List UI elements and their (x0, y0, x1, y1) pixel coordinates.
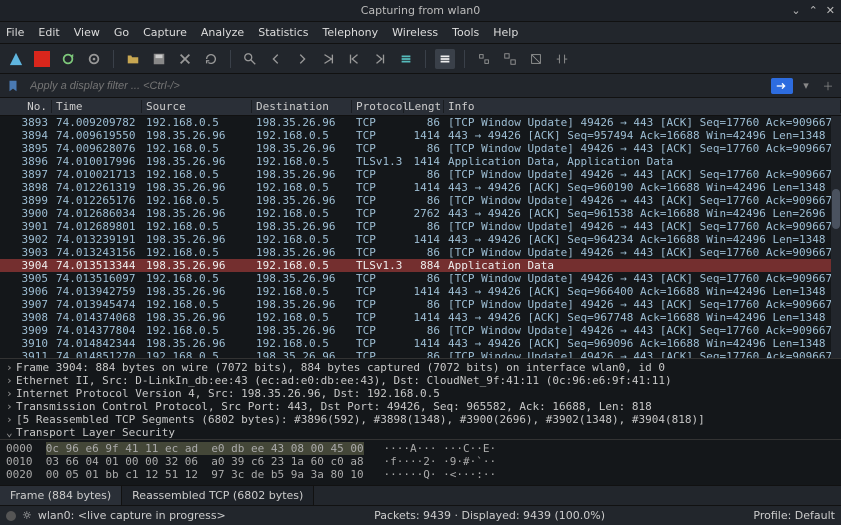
packet-row[interactable]: 390674.013942759198.35.26.96192.168.0.5T… (0, 285, 841, 298)
close-file-icon[interactable] (175, 49, 195, 69)
packet-row[interactable]: 390174.012689801192.168.0.5198.35.26.96T… (0, 220, 841, 233)
menu-item-tools[interactable]: Tools (452, 26, 479, 39)
col-no[interactable]: No. (0, 100, 52, 113)
bytes-tabs: Frame (884 bytes)Reassembled TCP (6802 b… (0, 485, 841, 505)
toolbar-separator (425, 50, 426, 68)
hex-line[interactable]: 0000 0c 96 e6 9f 41 11 ec ad e0 db ee 43… (6, 442, 835, 455)
col-destination[interactable]: Destination (252, 100, 352, 113)
col-time[interactable]: Time (52, 100, 142, 113)
hex-line[interactable]: 0020 00 05 01 bb c1 12 51 12 97 3c de b5… (6, 468, 835, 481)
close-icon[interactable]: ✕ (826, 4, 835, 17)
hex-line[interactable]: 0010 03 66 04 01 00 00 32 06 a0 39 c6 23… (6, 455, 835, 468)
main-toolbar (0, 44, 841, 74)
detail-tree-item[interactable]: ⌄Transport Layer Security (6, 426, 835, 439)
menubar: File Edit View Go Capture Analyze Statistics Te… (0, 22, 841, 44)
packet-row[interactable]: 391074.014842344198.35.26.96192.168.0.5T… (0, 337, 841, 350)
auto-scroll-icon[interactable] (396, 49, 416, 69)
col-protocol[interactable]: Protocol (352, 100, 404, 113)
window-titlebar: Capturing from wlan0 ⌄ ⌃ ✕ (0, 0, 841, 22)
filter-bookmark-icon[interactable] (4, 77, 22, 95)
go-last-icon[interactable] (370, 49, 390, 69)
reload-file-icon[interactable] (201, 49, 221, 69)
find-packet-icon[interactable] (240, 49, 260, 69)
display-filter-bar: ▾ ＋ (0, 74, 841, 98)
packet-bytes-pane[interactable]: 0000 0c 96 e6 9f 41 11 ec ad e0 db ee 43… (0, 439, 841, 485)
menu-item-wireless[interactable]: Wireless (392, 26, 438, 39)
packet-row[interactable]: 390574.013516097192.168.0.5198.35.26.96T… (0, 272, 841, 285)
packet-row[interactable]: 391174.014851270192.168.0.5198.35.26.96T… (0, 350, 841, 358)
resize-columns-icon[interactable] (552, 49, 572, 69)
packet-row[interactable]: 390274.013239191198.35.26.96192.168.0.5T… (0, 233, 841, 246)
zoom-in-icon[interactable] (474, 49, 494, 69)
capture-options-icon[interactable] (84, 49, 104, 69)
status-packet-stats: Packets: 9439 · Displayed: 9439 (100.0%) (234, 509, 746, 522)
col-source[interactable]: Source (142, 100, 252, 113)
menu-item-capture[interactable]: Capture (143, 26, 187, 39)
packet-row[interactable]: 390074.012686034198.35.26.96192.168.0.5T… (0, 207, 841, 220)
packet-row[interactable]: 390974.014377804192.168.0.5198.35.26.96T… (0, 324, 841, 337)
go-first-icon[interactable] (344, 49, 364, 69)
maximize-icon[interactable]: ⌃ (809, 4, 818, 17)
capture-file-icon[interactable]: ☼ (22, 509, 32, 522)
menu-item-telephony[interactable]: Telephony (323, 26, 379, 39)
detail-tree-item[interactable]: ›[5 Reassembled TCP Segments (6802 bytes… (6, 413, 835, 426)
packet-row[interactable]: 389674.010017996198.35.26.96192.168.0.5T… (0, 155, 841, 168)
statusbar: ☼ wlan0: <live capture in progress> Pack… (0, 505, 841, 525)
zoom-reset-icon[interactable] (526, 49, 546, 69)
go-back-icon[interactable] (266, 49, 286, 69)
detail-tree-item[interactable]: ›Internet Protocol Version 4, Src: 198.3… (6, 387, 835, 400)
detail-tree-item[interactable]: ›Ethernet II, Src: D-LinkIn_db:ee:43 (ec… (6, 374, 835, 387)
restart-capture-icon[interactable] (58, 49, 78, 69)
colorize-icon[interactable] (435, 49, 455, 69)
save-file-icon[interactable] (149, 49, 169, 69)
start-capture-icon[interactable] (6, 49, 26, 69)
detail-tree-item[interactable]: ›Frame 3904: 884 bytes on wire (7072 bit… (6, 361, 835, 374)
zoom-out-icon[interactable] (500, 49, 520, 69)
packet-row[interactable]: 389974.012265176192.168.0.5198.35.26.96T… (0, 194, 841, 207)
col-info[interactable]: Info (444, 100, 841, 113)
packet-row[interactable]: 389474.009619550198.35.26.96192.168.0.5T… (0, 129, 841, 142)
window-title: Capturing from wlan0 (361, 4, 481, 17)
packet-list-pane: No. Time Source Destination Protocol Len… (0, 98, 841, 358)
go-to-packet-icon[interactable] (318, 49, 338, 69)
filter-add-icon[interactable]: ＋ (819, 77, 837, 95)
packet-list-scrollbar[interactable] (831, 116, 841, 358)
menu-item-go[interactable]: Go (114, 26, 129, 39)
menu-item-edit[interactable]: Edit (38, 26, 59, 39)
minimize-icon[interactable]: ⌄ (791, 4, 800, 17)
packet-row[interactable]: 390774.013945474192.168.0.5198.35.26.96T… (0, 298, 841, 311)
packet-row[interactable]: 389374.009209782192.168.0.5198.35.26.96T… (0, 116, 841, 129)
stop-capture-icon[interactable] (32, 49, 52, 69)
open-file-icon[interactable] (123, 49, 143, 69)
status-profile[interactable]: Profile: Default (753, 509, 835, 522)
packet-details-pane[interactable]: ›Frame 3904: 884 bytes on wire (7072 bit… (0, 358, 841, 439)
menu-item-help[interactable]: Help (493, 26, 518, 39)
go-forward-icon[interactable] (292, 49, 312, 69)
packet-row[interactable]: 390474.013513344198.35.26.96192.168.0.5T… (0, 259, 841, 272)
packet-list-header[interactable]: No. Time Source Destination Protocol Len… (0, 98, 841, 116)
detail-tree-item[interactable]: ›Transmission Control Protocol, Src Port… (6, 400, 835, 413)
menu-item-analyze[interactable]: Analyze (201, 26, 244, 39)
bytes-tab[interactable]: Reassembled TCP (6802 bytes) (122, 486, 314, 505)
toolbar-separator (113, 50, 114, 68)
menu-item-file[interactable]: File (6, 26, 24, 39)
display-filter-input[interactable] (26, 77, 767, 95)
filter-dropdown-icon[interactable]: ▾ (797, 77, 815, 95)
menu-item-statistics[interactable]: Statistics (258, 26, 308, 39)
expert-info-icon[interactable] (6, 511, 16, 521)
packet-row[interactable]: 390874.014374068198.35.26.96192.168.0.5T… (0, 311, 841, 324)
col-length[interactable]: Lengt (404, 100, 444, 113)
packet-row[interactable]: 389574.009628076192.168.0.5198.35.26.96T… (0, 142, 841, 155)
toolbar-separator (230, 50, 231, 68)
packet-row[interactable]: 389874.012261319198.35.26.96192.168.0.5T… (0, 181, 841, 194)
toolbar-separator (464, 50, 465, 68)
apply-filter-button[interactable] (771, 78, 793, 94)
menu-item-view[interactable]: View (74, 26, 100, 39)
packet-row[interactable]: 389774.010021713192.168.0.5198.35.26.96T… (0, 168, 841, 181)
status-device: wlan0: <live capture in progress> (38, 509, 226, 522)
packet-row[interactable]: 390374.013243156192.168.0.5198.35.26.96T… (0, 246, 841, 259)
bytes-tab[interactable]: Frame (884 bytes) (0, 486, 122, 505)
